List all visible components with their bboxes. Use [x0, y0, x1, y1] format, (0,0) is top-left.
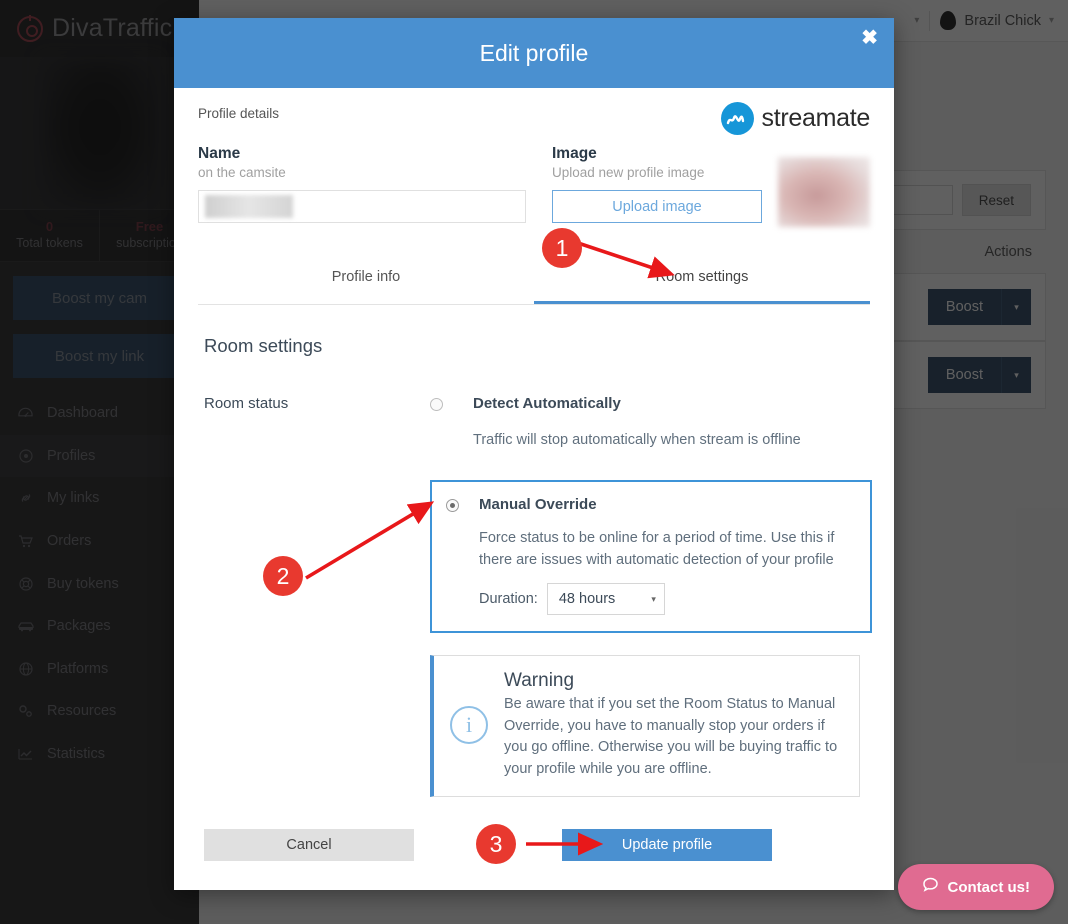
upload-image-button[interactable]: Upload image [552, 190, 762, 223]
tab-room-settings[interactable]: Room settings [534, 255, 870, 304]
name-field-group: Name on the camsite [198, 145, 526, 227]
annotation-badge-2: 2 [263, 556, 303, 596]
manual-override-description: Force status to be online for a period o… [479, 530, 835, 568]
annotation-badge-1: 1 [542, 228, 582, 268]
name-label: Name [198, 145, 241, 162]
annotation-badge-3: 3 [476, 824, 516, 864]
detect-automatically-radio[interactable] [430, 398, 443, 411]
streamate-wordmark: streamate [761, 104, 871, 132]
profile-form-row: Name on the camsite Image Upload new pro… [198, 145, 870, 227]
modal-header: Edit profile ✖ [174, 18, 894, 88]
duration-select[interactable]: 48 hours ▾ [546, 583, 665, 615]
room-status-label: Room status [204, 395, 289, 412]
edit-profile-modal: Edit profile ✖ Profile details streamate… [174, 18, 894, 890]
warning-box: i Warning Be aware that if you set the R… [430, 655, 860, 797]
streamate-logo: streamate [720, 102, 871, 135]
streamate-mark-icon [720, 102, 754, 135]
warning-title: Warning [504, 670, 575, 691]
cancel-button[interactable]: Cancel [204, 829, 414, 861]
modal-footer: Cancel Update profile [198, 829, 870, 861]
room-settings-heading: Room settings [204, 335, 323, 356]
name-input[interactable] [198, 190, 526, 223]
name-value-redacted [205, 195, 293, 218]
duration-label: Duration: [479, 591, 538, 607]
duration-selected-value: 48 hours [558, 591, 616, 607]
duration-row: Duration: 48 hours ▾ [479, 583, 854, 615]
manual-override-option: Manual Override Force status to be onlin… [430, 480, 872, 633]
update-profile-button[interactable]: Update profile [562, 829, 772, 861]
profile-thumbnail [778, 157, 870, 227]
modal-tabs: Profile info Room settings [198, 255, 870, 305]
manual-override-label: Manual Override [479, 496, 597, 513]
warning-text: Be aware that if you set the Room Status… [504, 696, 838, 777]
image-sublabel: Upload new profile image [552, 165, 705, 180]
chat-bubble-icon [922, 877, 939, 897]
tab-profile-info[interactable]: Profile info [198, 255, 534, 304]
chevron-down-icon: ▾ [651, 593, 656, 604]
modal-title: Edit profile [479, 39, 589, 66]
contact-us-button[interactable]: Contact us! [897, 864, 1054, 910]
contact-us-label: Contact us! [947, 878, 1031, 896]
detect-automatically-description: Traffic will stop automatically when str… [473, 432, 801, 448]
modal-body: Profile details streamate Name on the ca… [174, 88, 894, 861]
name-sublabel: on the camsite [198, 165, 286, 180]
manual-override-radio[interactable] [446, 499, 459, 512]
info-circle-icon: i [450, 706, 488, 744]
room-status-row: Room status Detect Automatically Traffic… [198, 395, 870, 450]
image-field-group: Image Upload new profile image Upload im… [552, 145, 870, 227]
close-icon[interactable]: ✖ [861, 28, 878, 48]
image-label: Image [552, 145, 597, 162]
screen: DivaTraffic 0 Total tokens Free subscrip… [0, 0, 1068, 924]
detect-automatically-label: Detect Automatically [473, 395, 621, 412]
